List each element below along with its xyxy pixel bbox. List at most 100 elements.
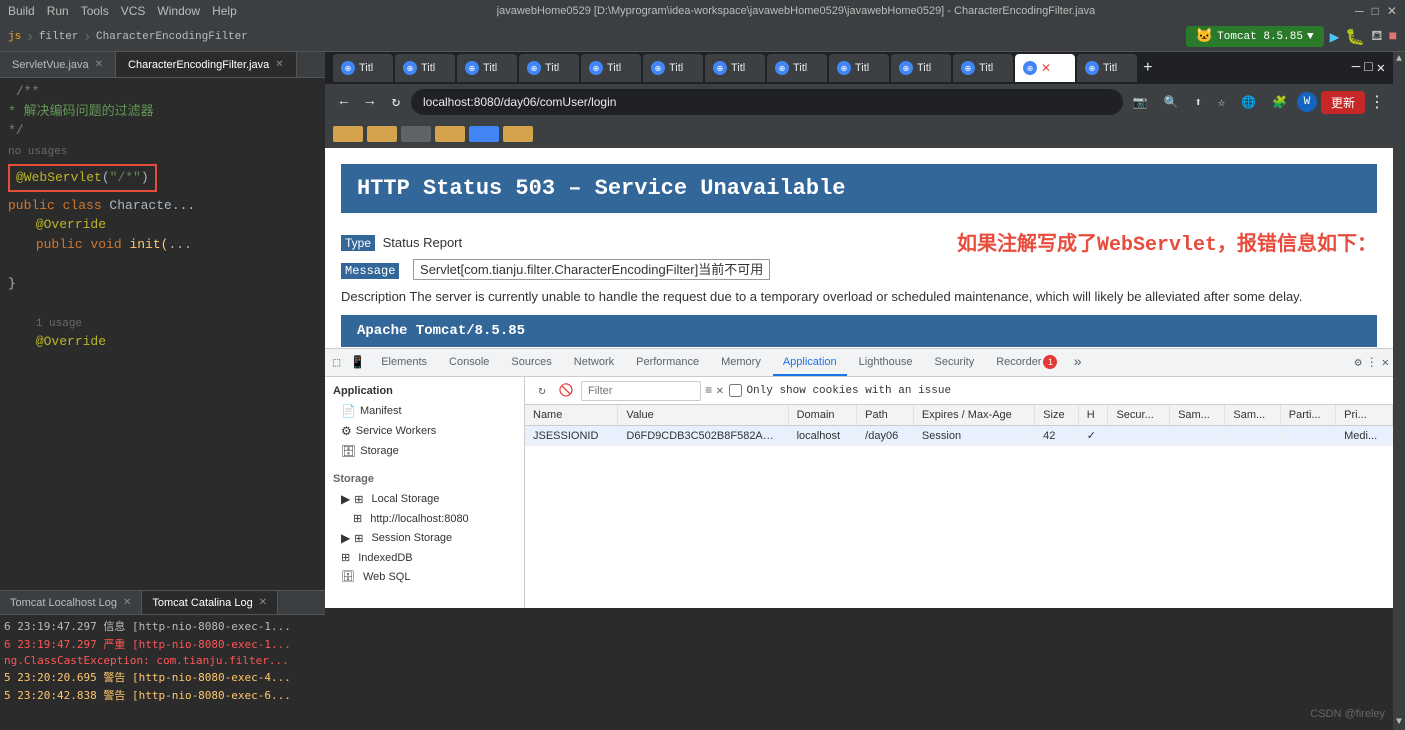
bookmark-6[interactable] xyxy=(503,126,533,142)
devtools-tab-network[interactable]: Network xyxy=(564,349,624,376)
debug-btn[interactable]: 🐛 xyxy=(1345,27,1365,47)
file-tab-servletvue[interactable]: ServletVue.java ✕ xyxy=(0,52,116,77)
indexeddb-item[interactable]: ⊞ IndexedDB xyxy=(325,548,524,567)
bookmark-4[interactable] xyxy=(435,126,465,142)
bookmark-2[interactable] xyxy=(367,126,397,142)
devtools-settings-icon[interactable]: ⚙ xyxy=(1355,355,1362,370)
web-sql-item[interactable]: 🗄 Web SQL xyxy=(325,567,524,586)
menu-build[interactable]: Build xyxy=(8,4,35,18)
cell-domain: localhost xyxy=(788,426,857,446)
menu-vcs[interactable]: VCS xyxy=(121,4,146,18)
bookmark-3[interactable] xyxy=(401,126,431,142)
close-charencoding[interactable]: ✕ xyxy=(275,59,283,70)
col-secure[interactable]: Secur... xyxy=(1108,405,1170,426)
menu-tools[interactable]: Tools xyxy=(81,4,109,18)
browser-tab-3[interactable]: ⊕ Titl xyxy=(457,54,517,82)
back-button[interactable]: ← xyxy=(333,91,355,113)
session-storage-item[interactable]: ▶ ⊞ Session Storage xyxy=(325,528,524,548)
bookmark-5[interactable] xyxy=(469,126,499,142)
filter-clear-icon[interactable]: ✕ xyxy=(716,383,723,398)
tabs-close[interactable]: ✕ xyxy=(1377,60,1385,77)
col-size[interactable]: Size xyxy=(1035,405,1079,426)
col-path[interactable]: Path xyxy=(857,405,914,426)
col-h[interactable]: H xyxy=(1078,405,1108,426)
local-storage-item[interactable]: ▶ ⊞ Local Storage xyxy=(325,489,524,509)
refresh-cookies-icon[interactable]: ↻ xyxy=(533,382,551,400)
new-tab-button[interactable]: + xyxy=(1139,59,1157,77)
col-samesite1[interactable]: Sam... xyxy=(1170,405,1225,426)
browser-tab-4[interactable]: ⊕ Titl xyxy=(519,54,579,82)
run-btn[interactable]: ▶ xyxy=(1330,27,1340,47)
browser-tab-6[interactable]: ⊕ Titl xyxy=(643,54,703,82)
devtools-tab-lighthouse[interactable]: Lighthouse xyxy=(849,349,923,376)
close-log-catalina[interactable]: ✕ xyxy=(259,597,267,608)
refresh-button[interactable]: ↻ xyxy=(385,91,407,113)
col-partitioned[interactable]: Parti... xyxy=(1280,405,1335,426)
bookmark-icon[interactable]: ☆ xyxy=(1212,93,1231,112)
scroll-up-icon[interactable]: ▲ xyxy=(1396,54,1402,65)
window-close[interactable]: ✕ xyxy=(1387,4,1397,18)
cell-partitioned xyxy=(1280,426,1335,446)
manifest-item[interactable]: 📄 Manifest xyxy=(325,401,524,421)
service-workers-item[interactable]: ⚙ Service Workers xyxy=(325,421,524,441)
browser-tab-12[interactable]: ⊕ Titl xyxy=(1077,54,1137,82)
close-log-localhost[interactable]: ✕ xyxy=(123,597,131,608)
file-tab-characterencodingfilter[interactable]: CharacterEncodingFilter.java ✕ xyxy=(116,52,297,77)
log-tab-localhost[interactable]: Tomcat Localhost Log ✕ xyxy=(0,591,142,614)
tabs-minimize[interactable]: ─ xyxy=(1352,60,1360,76)
browser-tab-2[interactable]: ⊕ Titl xyxy=(395,54,455,82)
devtools-tab-elements[interactable]: Elements xyxy=(371,349,437,376)
only-issues-checkbox[interactable] xyxy=(729,384,742,397)
devtools-tab-performance[interactable]: Performance xyxy=(626,349,709,376)
devtools-tab-recorder[interactable]: Recorder 1 xyxy=(986,349,1067,376)
storage-item[interactable]: 🗄 Storage xyxy=(325,441,524,461)
devtools-more-icon[interactable]: ⋮ xyxy=(1366,355,1378,370)
col-value[interactable]: Value xyxy=(618,405,788,426)
message-label: Message xyxy=(341,263,399,279)
devtools-close-icon[interactable]: ✕ xyxy=(1382,355,1389,370)
local-storage-localhost[interactable]: ⊞ http://localhost:8080 xyxy=(325,509,524,528)
update-button[interactable]: 更新 xyxy=(1321,91,1365,114)
filter-eq-icon: ≡ xyxy=(705,384,712,398)
bookmark-1[interactable] xyxy=(333,126,363,142)
col-name[interactable]: Name xyxy=(525,405,618,426)
browser-tab-7[interactable]: ⊕ Titl xyxy=(705,54,765,82)
devtools-mobile-icon[interactable]: 📱 xyxy=(346,355,369,370)
menu-run[interactable]: Run xyxy=(47,4,69,18)
scroll-down-icon[interactable]: ▼ xyxy=(1396,717,1402,728)
col-expires[interactable]: Expires / Max-Age xyxy=(913,405,1034,426)
devtools-tab-sources[interactable]: Sources xyxy=(501,349,561,376)
browser-tab-9[interactable]: ⊕ Titl xyxy=(829,54,889,82)
stop-btn[interactable]: ■ xyxy=(1389,29,1397,45)
menu-window[interactable]: Window xyxy=(157,4,200,18)
browser-tab-5[interactable]: ⊕ Titl xyxy=(581,54,641,82)
window-minimize[interactable]: ─ xyxy=(1355,4,1364,18)
col-priority[interactable]: Pri... xyxy=(1336,405,1393,426)
browser-menu-icon[interactable]: ⋮ xyxy=(1369,92,1385,112)
devtools-tab-application[interactable]: Application xyxy=(773,349,847,376)
browser-tab-10[interactable]: ⊕ Titl xyxy=(891,54,951,82)
address-input[interactable] xyxy=(411,89,1123,115)
col-samesite2[interactable]: Sam... xyxy=(1225,405,1280,426)
devtools-tab-memory[interactable]: Memory xyxy=(711,349,771,376)
filter-input[interactable] xyxy=(581,381,701,401)
more-tabs-icon[interactable]: » xyxy=(1069,355,1085,371)
browser-tab-1[interactable]: ⊕ Titl xyxy=(333,54,393,82)
tabs-restore[interactable]: □ xyxy=(1364,60,1372,76)
log-tab-catalina[interactable]: Tomcat Catalina Log ✕ xyxy=(142,591,278,614)
table-row[interactable]: JSESSIONID D6FD9CDB3C502B8F582AC4A... lo… xyxy=(525,426,1393,446)
forward-button[interactable]: → xyxy=(359,91,381,113)
close-servletvue[interactable]: ✕ xyxy=(95,59,103,70)
browser-tab-11[interactable]: ⊕ Titl xyxy=(953,54,1013,82)
browser-tab-8[interactable]: ⊕ Titl xyxy=(767,54,827,82)
devtools-tab-console[interactable]: Console xyxy=(439,349,499,376)
devtools-tab-security[interactable]: Security xyxy=(924,349,984,376)
browser-tab-active[interactable]: ⊕ ✕ xyxy=(1015,54,1075,82)
window-maximize[interactable]: □ xyxy=(1372,4,1379,18)
clear-cookies-icon[interactable]: 🚫 xyxy=(557,382,575,400)
tomcat-selector[interactable]: 🐱 Tomcat 8.5.85 ▼ xyxy=(1186,26,1324,47)
coverage-btn[interactable]: ⛾ xyxy=(1371,28,1382,46)
menu-help[interactable]: Help xyxy=(212,4,237,18)
devtools-inspect-icon[interactable]: ⬚ xyxy=(329,355,344,370)
col-domain[interactable]: Domain xyxy=(788,405,857,426)
